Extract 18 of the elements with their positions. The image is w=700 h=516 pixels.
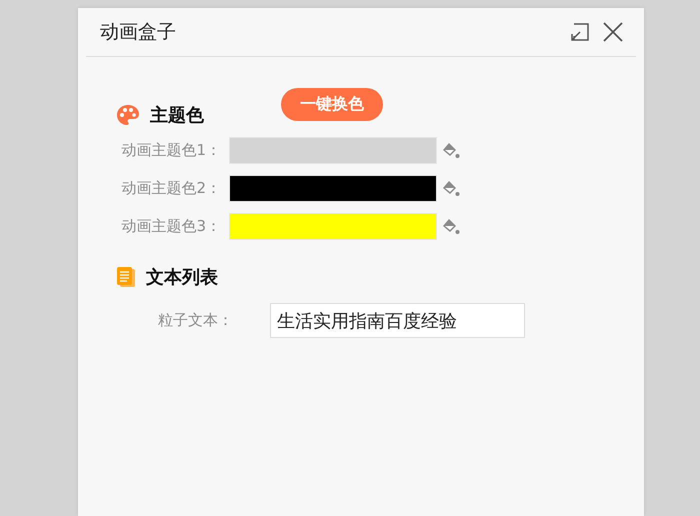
close-icon[interactable]: [602, 21, 624, 43]
color-label: 动画主题色2：: [120, 178, 222, 198]
color-swatch[interactable]: [229, 174, 437, 202]
color-label: 动画主题色1：: [120, 140, 222, 160]
text-field[interactable]: 生活实用指南百度经验: [270, 303, 525, 338]
document-icon: [116, 266, 136, 288]
paint-bucket-icon[interactable]: [442, 141, 460, 159]
paint-bucket-icon[interactable]: [442, 217, 460, 235]
color-swatch[interactable]: [229, 212, 437, 240]
paint-bucket-icon[interactable]: [442, 179, 460, 197]
window-title: 动画盒子: [100, 20, 177, 45]
color-label: 动画主题色3：: [120, 216, 222, 236]
field-label: 粒子文本：: [158, 311, 234, 330]
palette-icon: [116, 104, 140, 126]
section-title: 文本列表: [146, 266, 218, 289]
color-swatch[interactable]: [229, 136, 437, 164]
section-title: 主题色: [150, 104, 204, 127]
restore-icon[interactable]: [570, 22, 590, 42]
